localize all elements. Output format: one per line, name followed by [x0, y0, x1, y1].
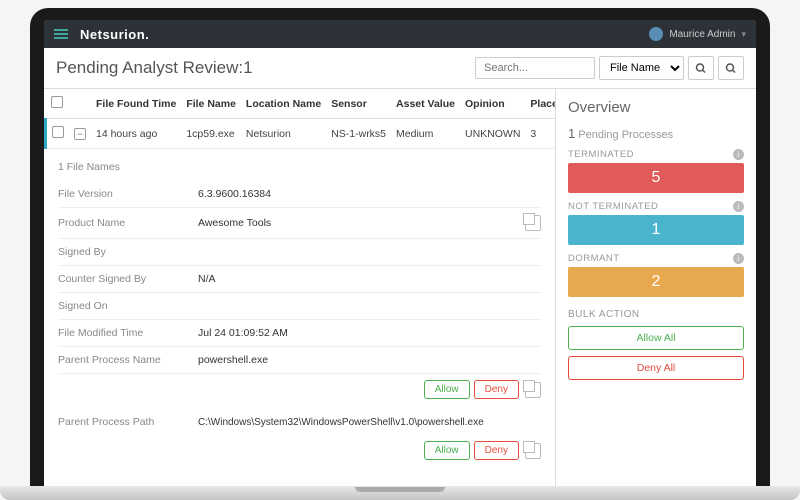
terminated-label: TERMINATED: [568, 149, 634, 160]
pending-processes: 1 Pending Processes: [568, 126, 744, 141]
deny-button[interactable]: Deny: [474, 441, 519, 460]
results-table: File Found Time File Name Location Name …: [44, 89, 556, 149]
col-opinion[interactable]: Opinion: [460, 89, 525, 119]
label-counter-signed: Counter Signed By: [58, 273, 198, 285]
select-all-checkbox[interactable]: [51, 96, 63, 108]
page-title: Pending Analyst Review:1: [56, 58, 253, 78]
avatar: [649, 27, 663, 41]
brand-logo: Netsurion.: [80, 27, 149, 42]
terminated-count[interactable]: 5: [568, 163, 744, 193]
copy-icon[interactable]: [525, 443, 541, 459]
label-parent-process: Parent Process Name: [58, 354, 198, 366]
allow-all-button[interactable]: Allow All: [568, 326, 744, 350]
col-file-found-time[interactable]: File Found Time: [91, 89, 181, 119]
menu-icon[interactable]: [54, 29, 68, 39]
chevron-down-icon: ▾: [741, 29, 746, 40]
cell-time: 14 hours ago: [91, 119, 181, 149]
user-name: Maurice Admin: [669, 29, 735, 40]
col-location-name[interactable]: Location Name: [241, 89, 326, 119]
value-file-version: 6.3.9600.16384: [198, 188, 541, 200]
file-names-header: 1 File Names: [58, 157, 541, 181]
allow-button[interactable]: Allow: [424, 441, 470, 460]
search-input[interactable]: [475, 57, 595, 79]
cell-location: Netsurion: [241, 119, 326, 149]
label-parent-path: Parent Process Path: [58, 416, 198, 428]
value-product-name: Awesome Tools: [198, 217, 519, 229]
detail-panel: 1 File Names File Version6.3.9600.16384 …: [44, 149, 555, 478]
not-terminated-label: NOT TERMINATED: [568, 201, 658, 212]
table-row[interactable]: − 14 hours ago 1cp59.exe Netsurion NS-1-…: [46, 119, 557, 149]
label-modified-time: File Modified Time: [58, 327, 198, 339]
label-signed-by: Signed By: [58, 246, 198, 258]
value-counter-signed: N/A: [198, 273, 541, 285]
overview-title: Overview: [568, 99, 744, 116]
cell-asset: Medium: [391, 119, 460, 149]
copy-icon[interactable]: [525, 215, 541, 231]
info-icon[interactable]: i: [733, 149, 744, 160]
overview-panel: Overview 1 Pending Processes TERMINATED i…: [556, 89, 756, 500]
advanced-search-button[interactable]: [718, 56, 744, 80]
search-icon: [695, 62, 707, 75]
col-places[interactable]: Places: [525, 89, 556, 119]
title-bar: Pending Analyst Review:1 File Name: [44, 48, 756, 89]
search-icon: [725, 62, 737, 75]
col-sensor[interactable]: Sensor: [326, 89, 391, 119]
dormant-count[interactable]: 2: [568, 267, 744, 297]
deny-button[interactable]: Deny: [474, 380, 519, 399]
row-checkbox[interactable]: [52, 126, 64, 138]
dormant-label: DORMANT: [568, 253, 620, 264]
value-modified-time: Jul 24 01:09:52 AM: [198, 327, 541, 339]
info-icon[interactable]: i: [733, 253, 744, 264]
user-menu[interactable]: Maurice Admin ▾: [649, 27, 746, 41]
cell-sensor: NS-1-wrks5: [326, 119, 391, 149]
cell-places: 3: [525, 119, 556, 149]
main-content: File Found Time File Name Location Name …: [44, 89, 556, 500]
deny-all-button[interactable]: Deny All: [568, 356, 744, 380]
bulk-action-label: BULK ACTION: [568, 309, 744, 320]
collapse-icon[interactable]: −: [74, 128, 86, 140]
col-file-name[interactable]: File Name: [181, 89, 241, 119]
value-parent-process: powershell.exe: [198, 354, 541, 366]
info-icon[interactable]: i: [733, 201, 744, 212]
allow-button[interactable]: Allow: [424, 380, 470, 399]
col-asset-value[interactable]: Asset Value: [391, 89, 460, 119]
label-file-version: File Version: [58, 188, 198, 200]
cell-opinion: UNKNOWN: [460, 119, 525, 149]
copy-icon[interactable]: [525, 382, 541, 398]
top-navbar: Netsurion. Maurice Admin ▾: [44, 20, 756, 48]
search-filter-select[interactable]: File Name: [599, 56, 684, 80]
value-parent-path: C:\Windows\System32\WindowsPowerShell\v1…: [198, 417, 541, 428]
cell-file: 1cp59.exe: [181, 119, 241, 149]
not-terminated-count[interactable]: 1: [568, 215, 744, 245]
search-button[interactable]: [688, 56, 714, 80]
label-product-name: Product Name: [58, 217, 198, 229]
label-signed-on: Signed On: [58, 300, 198, 312]
